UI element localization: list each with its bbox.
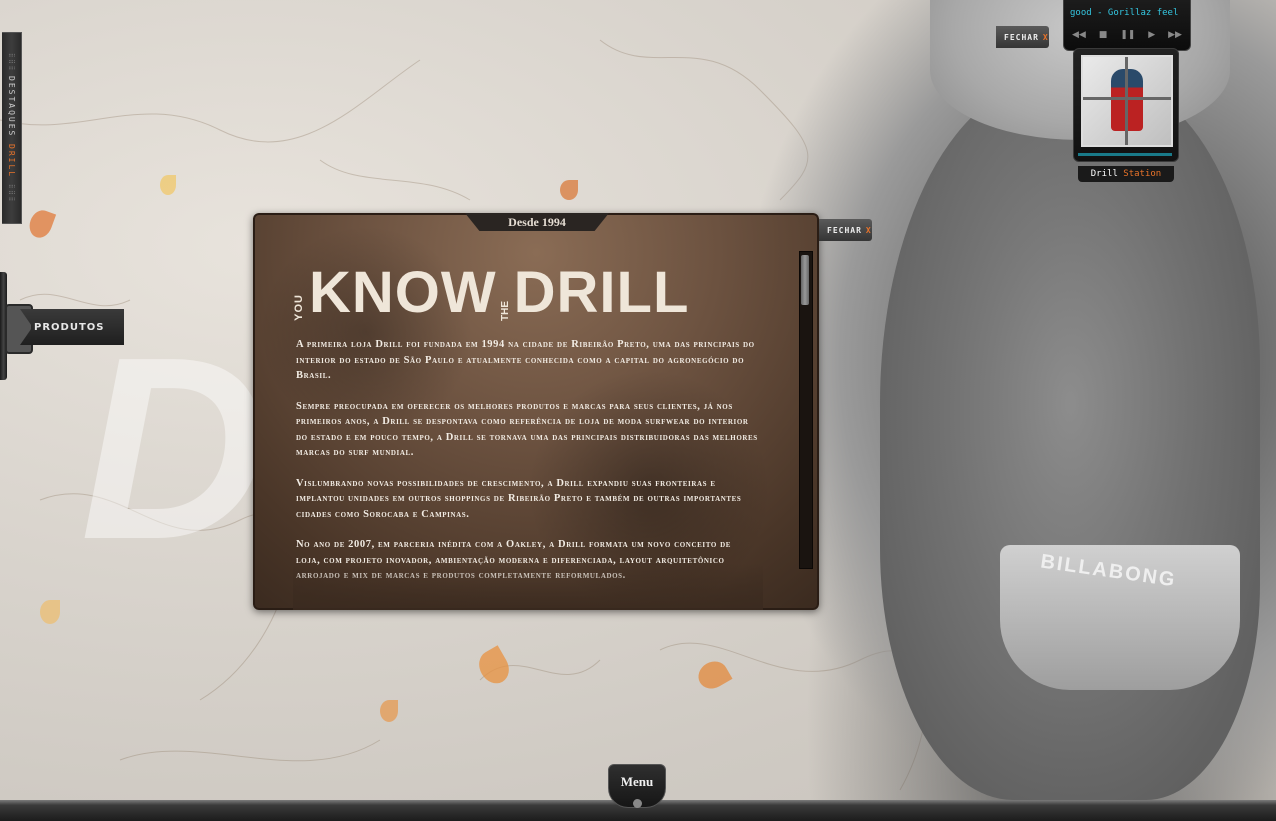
album-cover [1081, 55, 1173, 147]
grip-icon: ⣿⣿⣿ [8, 53, 15, 73]
close-icon: X [1042, 32, 1049, 42]
fechar-panel-button[interactable]: FECHAR X [819, 219, 872, 241]
petal-decoration [40, 600, 60, 624]
music-player: good - Gorillaz feel good ◀◀ ■ ❚❚ ▶ ▶▶ [1063, 0, 1191, 51]
station-label: Drill [1090, 169, 1118, 179]
play-icon[interactable]: ▶ [1148, 30, 1155, 42]
model-photo [880, 80, 1260, 800]
headline-you: YOU [293, 294, 305, 321]
petal-decoration [160, 175, 176, 195]
petal-decoration [25, 207, 57, 241]
headline-drill: DRILL [513, 260, 690, 325]
previous-icon[interactable]: ◀◀ [1072, 30, 1086, 42]
player-controls: ◀◀ ■ ❚❚ ▶ ▶▶ [1072, 30, 1182, 42]
destaques-drill-tab[interactable]: ⣿⣿⣿ DESTAQUES DRILL ⣿⣿⣿ [2, 32, 22, 224]
produtos-button[interactable]: PRODUTOS [20, 309, 124, 345]
paragraph: Vislumbrando novas possibilidades de cre… [296, 477, 742, 520]
knob-icon [633, 799, 642, 808]
stop-icon[interactable]: ■ [1099, 30, 1108, 42]
headline-the: THE [499, 301, 511, 321]
menu-button[interactable]: Menu [608, 764, 666, 808]
fechar-player-button[interactable]: FECHAR X [996, 26, 1049, 48]
produtos-menu: PRODUTOS [0, 272, 124, 380]
next-icon[interactable]: ▶▶ [1168, 30, 1182, 42]
progress-bar [1078, 153, 1172, 156]
headline: YOU KNOW THE DRILL [293, 260, 690, 325]
close-icon: X [865, 225, 872, 235]
side-tab-accent-label: DRILL [7, 143, 16, 178]
station-accent: Station [1123, 169, 1162, 179]
paragraph: Sempre preocupada em oferecer os melhore… [296, 400, 758, 459]
pause-icon[interactable]: ❚❚ [1120, 30, 1135, 42]
about-panel: Desde 1994 YOU KNOW THE DRILL A primeira… [253, 213, 819, 610]
drill-station-label: Drill Station [1078, 166, 1174, 182]
grip-icon: ⣿⣿⣿ [8, 183, 15, 203]
song-ticker: good - Gorillaz feel good [1070, 8, 1184, 18]
petal-decoration [473, 645, 515, 689]
fechar-label: FECHAR [827, 225, 862, 235]
since-badge: Desde 1994 [465, 213, 609, 231]
scrollbar[interactable] [799, 251, 813, 569]
paragraph: A primeira loja Drill foi fundada em 199… [296, 339, 755, 381]
scroll-thumb[interactable] [801, 255, 809, 305]
side-tab-label: DESTAQUES [7, 76, 16, 138]
album-art-frame [1073, 48, 1179, 162]
menu-label: Menu [620, 774, 654, 789]
text-fade [293, 563, 763, 610]
fechar-label: FECHAR [1004, 32, 1039, 42]
petal-decoration [380, 700, 398, 722]
petal-decoration [560, 180, 578, 200]
headline-know: KNOW [309, 260, 497, 325]
petal-decoration [693, 656, 733, 694]
